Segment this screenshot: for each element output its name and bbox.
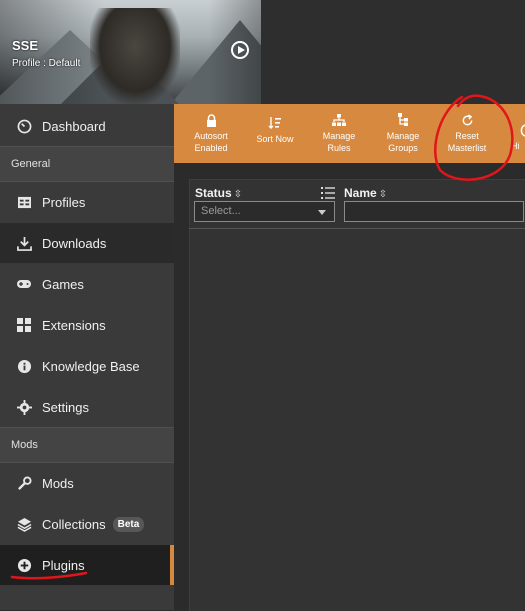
- button-label: Autosort: [194, 131, 228, 141]
- sidebar-item-label: Knowledge Base: [42, 358, 140, 374]
- sidebar-item-label: Dashboard: [42, 118, 106, 134]
- dashboard-icon: [15, 117, 33, 135]
- list-icon[interactable]: [321, 186, 335, 199]
- column-label: Status: [195, 186, 232, 200]
- button-label: Sort Now: [256, 134, 294, 144]
- gamepad-icon: [15, 275, 33, 293]
- sort-icon: ⇳: [233, 189, 243, 200]
- plugins-table: [189, 179, 525, 611]
- sidebar-item-label: Profiles: [42, 194, 86, 210]
- hidden-toolbar-button[interactable]: Hi: [511, 104, 525, 163]
- section-mods: Mods: [0, 427, 174, 463]
- sidebar: Dashboard General Profiles Downloads Gam…: [0, 104, 174, 610]
- sidebar-item-mods[interactable]: Mods: [0, 463, 174, 503]
- column-header-status[interactable]: Status ⇳: [195, 186, 242, 200]
- plugins-toolbar: Autosort Enabled Sort Now Manage Rules M…: [174, 104, 525, 163]
- profile-label: Profile : Default: [12, 58, 81, 69]
- select-placeholder: Select...: [201, 205, 241, 217]
- beta-badge: Beta: [112, 516, 145, 532]
- sidebar-item-label: Collections: [42, 516, 106, 532]
- button-label: Rules: [327, 143, 351, 153]
- autosort-button[interactable]: Autosort Enabled: [186, 104, 236, 163]
- sidebar-item-dashboard[interactable]: Dashboard: [0, 106, 174, 146]
- game-banner: SSE Profile : Default: [0, 0, 261, 104]
- sidebar-item-label: Extensions: [42, 317, 106, 333]
- sort-icon: [268, 116, 282, 130]
- sort-icon: ⇳: [378, 189, 388, 200]
- sidebar-item-downloads[interactable]: Downloads: [0, 223, 174, 263]
- sidebar-item-label: Games: [42, 276, 84, 292]
- column-header-name[interactable]: Name ⇳: [344, 186, 387, 200]
- refresh-icon: [461, 113, 474, 127]
- plus-circle-icon: [15, 556, 33, 574]
- top-bar: [261, 0, 525, 104]
- sidebar-item-collections[interactable]: Collections Beta: [0, 504, 174, 544]
- sidebar-item-extensions[interactable]: Extensions: [0, 305, 174, 345]
- button-label: Manage: [386, 131, 420, 141]
- layers-icon: [15, 515, 33, 533]
- download-icon: [15, 234, 33, 252]
- hierarchy-icon: [332, 113, 346, 127]
- sidebar-item-label: Settings: [42, 399, 89, 415]
- button-label: Hi: [511, 141, 520, 151]
- button-label: Enabled: [194, 143, 228, 153]
- button-label: Manage: [322, 131, 356, 141]
- sidebar-item-knowledge-base[interactable]: Knowledge Base: [0, 346, 174, 386]
- sidebar-item-label: Mods: [42, 475, 74, 491]
- groups-icon: [397, 113, 409, 127]
- lock-icon: [206, 113, 217, 127]
- manage-rules-button[interactable]: Manage Rules: [314, 104, 364, 163]
- profiles-icon: [15, 193, 33, 211]
- reset-masterlist-button[interactable]: Reset Masterlist: [442, 104, 492, 163]
- manage-groups-button[interactable]: Manage Groups: [378, 104, 428, 163]
- info-icon: [15, 357, 33, 375]
- extensions-icon: [15, 316, 33, 334]
- sidebar-item-games[interactable]: Games: [0, 264, 174, 304]
- button-label: Reset: [455, 131, 479, 141]
- sort-now-button[interactable]: Sort Now: [250, 104, 300, 163]
- sidebar-item-plugins[interactable]: Plugins: [0, 545, 174, 585]
- sidebar-item-label: Downloads: [42, 235, 107, 251]
- header-divider: [189, 228, 525, 229]
- gear-icon: [15, 398, 33, 416]
- play-icon[interactable]: [231, 41, 249, 59]
- section-general: General: [0, 146, 174, 182]
- sidebar-item-label: Plugins: [42, 557, 85, 573]
- sidebar-item-profiles[interactable]: Profiles: [0, 182, 174, 222]
- button-label: Groups: [388, 143, 418, 153]
- sidebar-item-settings[interactable]: Settings: [0, 387, 174, 427]
- name-filter-input[interactable]: [344, 201, 524, 222]
- status-filter-select[interactable]: Select...: [194, 201, 335, 222]
- button-label: Masterlist: [447, 143, 487, 153]
- game-title: SSE: [12, 38, 39, 53]
- wrench-icon: [15, 474, 33, 492]
- column-label: Name: [344, 186, 377, 200]
- hidden-icon: [519, 123, 525, 137]
- plugins-content: Status ⇳ Name ⇳ Select...: [174, 163, 525, 611]
